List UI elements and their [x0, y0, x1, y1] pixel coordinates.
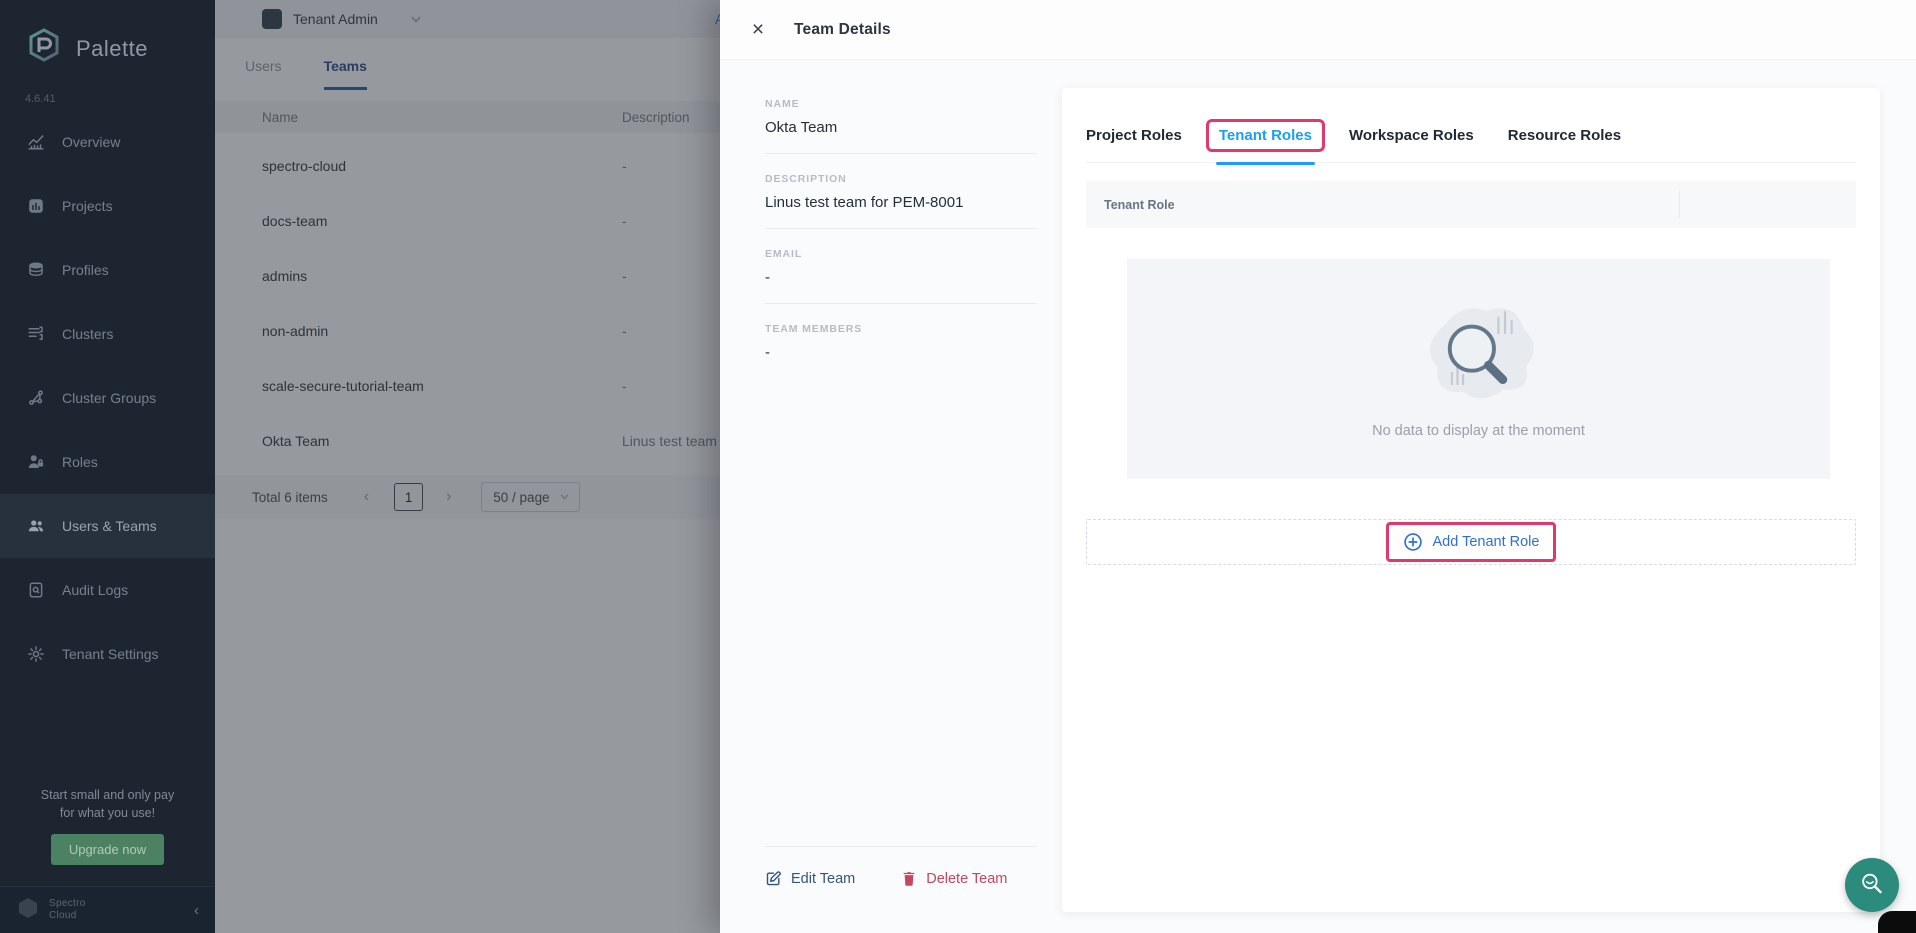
tab-project-roles[interactable]: Project Roles	[1086, 127, 1182, 144]
screen-corner-artifact	[1878, 911, 1916, 933]
plus-circle-icon	[1403, 532, 1423, 552]
annotation-box: Add Tenant Role	[1386, 522, 1557, 562]
field-value: Linus test team for PEM-8001	[765, 194, 1037, 211]
sidebar-item-audit-logs[interactable]: Audit Logs	[0, 558, 215, 622]
empty-state: No data to display at the moment	[1127, 259, 1830, 479]
edit-team-button[interactable]: Edit Team	[765, 870, 855, 887]
palette-logo-icon	[24, 26, 64, 71]
field-team-members: TEAM MEMBERS -	[765, 323, 1037, 378]
sidebar-item-label: Overview	[62, 134, 120, 150]
no-data-illustration	[1411, 300, 1546, 405]
clusters-icon	[27, 325, 45, 343]
modal-dim-overlay	[215, 0, 720, 933]
sidebar-item-label: Clusters	[62, 326, 113, 342]
tenant-role-column: Tenant Role	[1104, 198, 1175, 212]
cluster-groups-icon	[27, 389, 45, 407]
tab-tenant-roles[interactable]: Tenant Roles	[1216, 124, 1315, 147]
drawer-title: Team Details	[794, 21, 891, 39]
sidebar-item-label: Tenant Settings	[62, 646, 159, 662]
promo-line1: Start small and only pay	[0, 786, 215, 804]
collapse-sidebar-icon[interactable]: ‹	[194, 902, 199, 919]
empty-state-message: No data to display at the moment	[1372, 423, 1585, 439]
add-tenant-role-button[interactable]: Add Tenant Role	[1403, 532, 1540, 552]
search-smiley-icon	[1855, 868, 1889, 902]
drawer-header: × Team Details	[720, 0, 1916, 60]
sidebar-item-roles[interactable]: Roles	[0, 430, 215, 494]
spectro-cloud-logo-icon	[16, 896, 40, 925]
overview-icon	[27, 133, 45, 151]
sidebar-item-label: Projects	[62, 198, 113, 214]
sidebar-item-tenant-settings[interactable]: Tenant Settings	[0, 622, 215, 686]
delete-team-label: Delete Team	[926, 871, 1007, 887]
divider	[765, 846, 1037, 847]
roles-card: Project Roles Tenant Roles Workspace Rol…	[1062, 88, 1880, 912]
field-label: NAME	[765, 98, 1037, 110]
audit-logs-icon	[27, 581, 45, 599]
field-name: NAME Okta Team	[765, 98, 1037, 154]
promo-line2: for what you use!	[0, 804, 215, 822]
field-value: -	[765, 344, 1037, 361]
column-divider	[1679, 191, 1680, 218]
field-email: EMAIL -	[765, 248, 1037, 304]
sidebar-item-profiles[interactable]: Profiles	[0, 238, 215, 302]
tenant-role-table-header: Tenant Role	[1086, 181, 1856, 228]
close-icon[interactable]: ×	[744, 16, 772, 44]
sidebar-item-label: Audit Logs	[62, 582, 128, 598]
profiles-icon	[27, 261, 45, 279]
logo-block: Palette 4.6.41	[0, 0, 215, 105]
edit-pencil-icon	[765, 870, 782, 887]
drawer-actions: Edit Team Delete Team	[765, 858, 1037, 887]
roles-tabs: Project Roles Tenant Roles Workspace Rol…	[1086, 124, 1856, 163]
upgrade-promo: Start small and only pay for what you us…	[0, 786, 215, 865]
field-description: DESCRIPTION Linus test team for PEM-8001	[765, 173, 1037, 229]
add-tenant-role-label: Add Tenant Role	[1433, 534, 1540, 550]
tab-workspace-roles[interactable]: Workspace Roles	[1349, 127, 1474, 144]
edit-team-label: Edit Team	[791, 871, 855, 887]
add-role-zone: Add Tenant Role	[1086, 519, 1856, 565]
users-teams-icon	[27, 517, 45, 535]
sidebar-item-label: Roles	[62, 454, 98, 470]
upgrade-now-button[interactable]: Upgrade now	[51, 834, 164, 865]
roles-icon	[27, 453, 45, 471]
sidebar-item-users-teams[interactable]: Users & Teams	[0, 494, 215, 558]
delete-team-button[interactable]: Delete Team	[901, 870, 1007, 887]
field-value: Okta Team	[765, 119, 1037, 136]
sidebar-item-label: Cluster Groups	[62, 390, 156, 406]
screen: Palette 4.6.41 Overview Projects	[0, 0, 1916, 933]
team-fields: NAME Okta Team DESCRIPTION Linus test te…	[765, 98, 1037, 397]
projects-icon	[27, 197, 45, 215]
gear-icon	[27, 645, 45, 663]
team-details-drawer: × Team Details NAME Okta Team DESCRIPTIO…	[720, 0, 1916, 933]
brand-top: Spectro	[49, 898, 86, 909]
sidebar-footer: Spectro Cloud ‹	[0, 886, 215, 933]
field-value: -	[765, 269, 1037, 286]
sidebar-item-cluster-groups[interactable]: Cluster Groups	[0, 366, 215, 430]
tab-tenant-roles-label: Tenant Roles	[1219, 127, 1312, 144]
trash-icon	[901, 870, 917, 887]
sidebar-item-label: Users & Teams	[62, 518, 157, 534]
tab-resource-roles[interactable]: Resource Roles	[1508, 127, 1621, 144]
sidebar-item-clusters[interactable]: Clusters	[0, 302, 215, 366]
logo-text: Palette	[76, 36, 148, 62]
sidebar-nav: Overview Projects Profiles Clusters	[0, 110, 215, 686]
brand-bottom: Cloud	[49, 910, 77, 921]
field-label: DESCRIPTION	[765, 173, 1037, 185]
field-label: EMAIL	[765, 248, 1037, 260]
field-label: TEAM MEMBERS	[765, 323, 1037, 335]
sidebar-item-overview[interactable]: Overview	[0, 110, 215, 174]
sidebar: Palette 4.6.41 Overview Projects	[0, 0, 215, 933]
sidebar-item-label: Profiles	[62, 262, 109, 278]
sidebar-item-projects[interactable]: Projects	[0, 174, 215, 238]
version-label: 4.6.41	[25, 93, 215, 105]
brand-text: Spectro Cloud	[49, 898, 86, 922]
annotation-box: Tenant Roles	[1206, 119, 1325, 152]
help-search-widget-button[interactable]	[1845, 858, 1899, 912]
